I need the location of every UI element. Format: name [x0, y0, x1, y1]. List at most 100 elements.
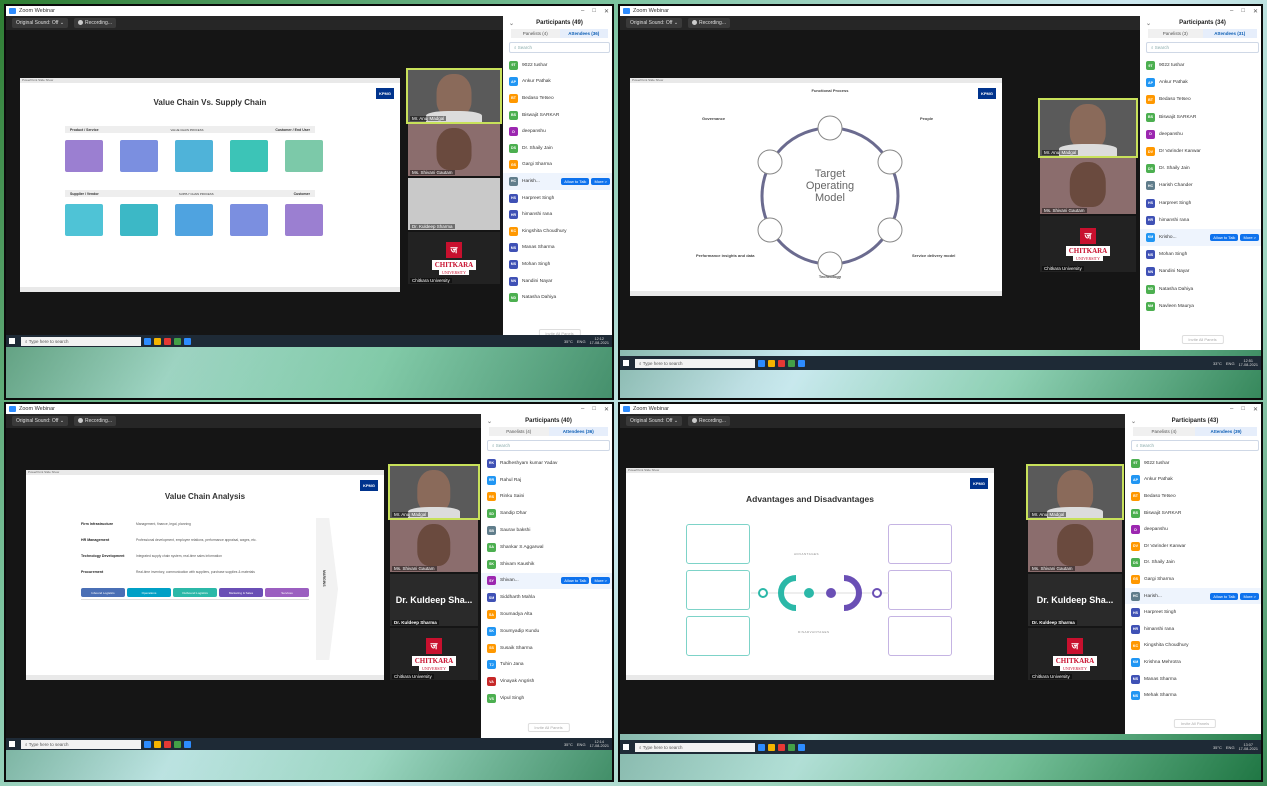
close-icon[interactable]: ✕ — [1253, 8, 1258, 15]
attendee-row[interactable]: SA Soumadya Alta — [481, 606, 612, 623]
attendee-row[interactable]: MS Manas Sharma — [503, 240, 612, 257]
attendee-row[interactable]: DS Dr. Shaily Jain — [1140, 160, 1261, 177]
tab-panelists[interactable]: Panelists (4) — [1133, 427, 1195, 436]
attendee-row[interactable]: VA Vinayak Angrish — [481, 673, 612, 690]
recording-indicator[interactable]: Recording... — [74, 416, 116, 426]
app-icon[interactable] — [788, 743, 795, 751]
original-sound-button[interactable]: Original Sound: Off ⌄ — [12, 416, 69, 426]
attendee-row[interactable]: HC Harish... Allow to Talk More > — [503, 173, 612, 190]
app-icon[interactable] — [778, 743, 785, 751]
video-tile-logo[interactable]: ज CHITKARA UNIVERSITY Chitkara Universit… — [1028, 628, 1122, 680]
app-icon[interactable] — [778, 359, 785, 367]
allow-to-talk-button[interactable]: Allow to Talk — [1210, 592, 1239, 600]
app-icon[interactable] — [154, 337, 161, 345]
minimize-icon[interactable]: – — [1230, 8, 1233, 15]
zoom-app-icon[interactable] — [184, 337, 191, 345]
maximize-icon[interactable]: □ — [1241, 8, 1245, 15]
zoom-app-icon[interactable] — [798, 359, 805, 367]
minimize-icon[interactable]: – — [581, 406, 584, 413]
tab-attendees[interactable]: Attendees (31) — [1202, 29, 1257, 38]
video-tile-speaker[interactable]: Mr. Anuj Madgal — [388, 464, 480, 520]
attendee-row[interactable]: KM Krishna Mehrotra — [1125, 654, 1261, 671]
attendee-row[interactable]: KC Kingshita Choudhury — [503, 223, 612, 240]
attendee-row[interactable]: 9T 9022 tushar — [1140, 57, 1261, 74]
tab-panelists[interactable]: Panelists (3) — [1148, 29, 1203, 38]
attendee-row[interactable]: HS Harpreet Singh — [1140, 195, 1261, 212]
video-tile-speaker[interactable]: Mr. Anuj Madgal — [406, 68, 502, 124]
tab-attendees[interactable]: Attendees (36) — [548, 427, 608, 436]
app-icon[interactable] — [758, 743, 765, 751]
zoom-app-icon[interactable] — [184, 740, 191, 748]
attendee-row[interactable]: HS Harpreet Singh — [503, 190, 612, 207]
search-input[interactable]: ⌕ Search — [487, 440, 610, 451]
attendee-row[interactable]: SK Soumyadip Kundu — [481, 623, 612, 640]
close-icon[interactable]: ✕ — [1253, 406, 1258, 413]
chevron-down-icon[interactable]: ⌄ — [1146, 20, 1151, 27]
attendee-row[interactable]: SD Sandip Dhar — [481, 505, 612, 522]
app-icon[interactable] — [768, 359, 775, 367]
attendee-row[interactable]: Ddeepanshu — [503, 123, 612, 140]
video-tile-camera-off[interactable]: Dr. Kuldeep Sha... Dr. Kuldeep Sharma — [1028, 574, 1122, 626]
attendee-row[interactable]: MS Manas Sharma — [1125, 671, 1261, 688]
zoom-app-icon[interactable] — [798, 743, 805, 751]
search-input[interactable]: ⌕ Search — [1146, 42, 1259, 53]
original-sound-button[interactable]: Original Sound: Off ⌄ — [626, 18, 683, 28]
original-sound-button[interactable]: Original Sound: Off ⌄ — [626, 416, 683, 426]
minimize-icon[interactable]: – — [1230, 406, 1233, 413]
scrollbar[interactable] — [1261, 66, 1263, 156]
more-button[interactable]: More > — [1240, 233, 1259, 241]
video-tile-logo[interactable]: ज CHITKARA UNIVERSITY Chitkara Universit… — [390, 628, 478, 680]
invite-button[interactable]: Invite All Panels — [1173, 719, 1217, 728]
video-tile-logo[interactable]: ज CHITKARA UNIVERSITY Chitkara Universit… — [1040, 216, 1136, 272]
attendee-row[interactable]: HR himanshi rana — [1140, 212, 1261, 229]
attendee-row[interactable]: BT Bedaso Tetseo — [1125, 488, 1261, 505]
invite-button[interactable]: Invite All Panels — [527, 723, 570, 732]
attendee-row[interactable]: NN Nandini Nayar — [1140, 263, 1261, 280]
video-tile[interactable]: Ms. Shivani Gautam — [390, 520, 478, 572]
attendee-row[interactable]: AP Ankur Pathak — [1140, 74, 1261, 91]
app-icon[interactable] — [144, 337, 151, 345]
video-tile[interactable]: Ms. Shivani Gautam — [408, 124, 500, 176]
tab-panelists[interactable]: Panelists (4) — [489, 427, 549, 436]
taskbar-search[interactable]: ⌕ Type here to search — [21, 336, 141, 346]
original-sound-button[interactable]: Original Sound: Off ⌄ — [12, 18, 69, 28]
attendee-row[interactable]: MS Mohan Singh — [1140, 246, 1261, 263]
clock[interactable]: 12:12 17-08-2021 — [590, 337, 609, 345]
app-icon[interactable] — [154, 740, 161, 748]
attendee-row[interactable]: Ddeepanshu — [1125, 521, 1261, 538]
scrollbar[interactable] — [612, 96, 614, 166]
app-icon[interactable] — [164, 337, 171, 345]
attendee-row[interactable]: SA Shankar S Aggarwal — [481, 539, 612, 556]
attendee-row[interactable]: SB Saurav bakshi — [481, 522, 612, 539]
taskbar-search[interactable]: ⌕ Type here to search — [21, 739, 141, 749]
attendee-row[interactable]: 9T 9022 tushar — [503, 57, 612, 74]
attendee-row[interactable]: HR himanshi rana — [1125, 621, 1261, 638]
windows-start-icon[interactable] — [623, 360, 629, 366]
invite-button[interactable]: Invite All Panels — [1181, 335, 1224, 344]
allow-to-talk-button[interactable]: Allow to Talk — [1210, 233, 1239, 241]
recording-indicator[interactable]: Recording... — [74, 18, 116, 28]
attendee-row[interactable]: Ddeepanshu — [1140, 126, 1261, 143]
attendee-row[interactable]: BS Biswajit SARKAR — [503, 107, 612, 124]
minimize-icon[interactable]: – — [581, 8, 584, 15]
attendee-row[interactable]: SS Susaik Sharma — [481, 640, 612, 657]
attendee-row[interactable]: HC Harish Chander — [1140, 177, 1261, 194]
maximize-icon[interactable]: □ — [1241, 406, 1245, 413]
app-icon[interactable] — [144, 740, 151, 748]
more-button[interactable]: More > — [591, 177, 610, 185]
app-icon[interactable] — [768, 743, 775, 751]
attendee-row[interactable]: DV Dr Varinder Kanwar — [1140, 143, 1261, 160]
app-icon[interactable] — [788, 359, 795, 367]
attendee-row[interactable]: DV Dr Varinder Kanwar — [1125, 538, 1261, 555]
allow-to-talk-button[interactable]: Allow to Talk — [561, 577, 590, 585]
windows-start-icon[interactable] — [623, 744, 629, 750]
video-tile[interactable]: Dr. Kuldeep Sharma — [408, 178, 500, 230]
attendee-row[interactable]: GS Gargi Sharma — [503, 157, 612, 174]
video-tile-camera-off[interactable]: Dr. Kuldeep Sha... Dr. Kuldeep Sharma — [390, 574, 478, 626]
attendee-row[interactable]: AP Ankur Pathak — [503, 74, 612, 91]
recording-indicator[interactable]: Recording... — [688, 18, 730, 28]
search-input[interactable]: ⌕ Search — [1131, 440, 1259, 451]
attendee-row[interactable]: BS Biswajit SARKAR — [1125, 505, 1261, 522]
clock[interactable]: 13:07 17-08-2021 — [1239, 743, 1258, 751]
tab-panelists[interactable]: Panelists (4) — [511, 29, 560, 38]
